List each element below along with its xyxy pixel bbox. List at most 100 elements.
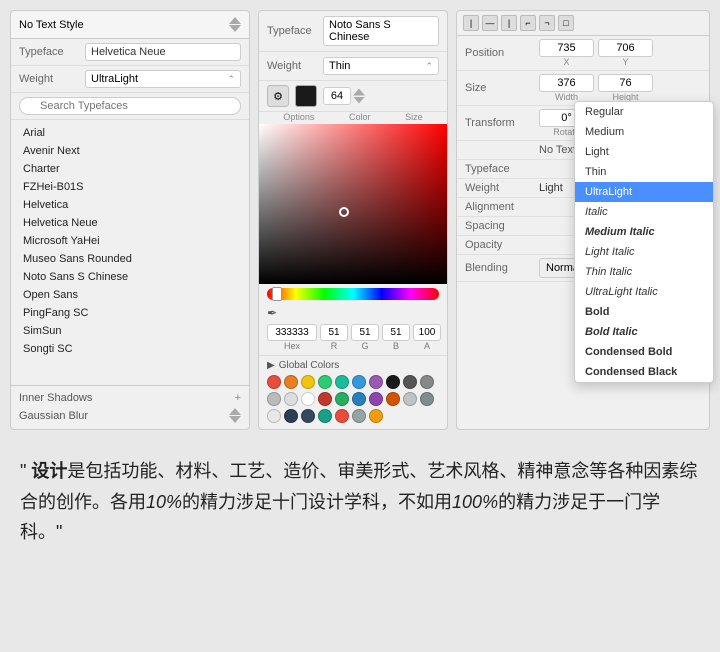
color-palette-dot[interactable] — [403, 375, 417, 389]
font-list-item[interactable]: Charter — [11, 160, 249, 178]
blur-arrow-up[interactable] — [229, 408, 241, 415]
color-palette-dot[interactable] — [335, 375, 349, 389]
b-input[interactable] — [382, 324, 410, 341]
weight-selector[interactable]: UltraLight ⌃ — [85, 70, 241, 88]
color-palette-dot[interactable] — [267, 409, 281, 423]
color-palette-dot[interactable] — [318, 409, 332, 423]
height-input[interactable] — [598, 74, 653, 92]
arrow-down-icon[interactable] — [229, 25, 241, 32]
toolbar-btn-3[interactable]: | — [501, 15, 517, 31]
toolbar-btn-1[interactable]: | — [463, 15, 479, 31]
font-list-item[interactable]: Songti SC — [11, 340, 249, 358]
color-palette-dot[interactable] — [369, 375, 383, 389]
r-input[interactable] — [320, 324, 348, 341]
color-palette-dot[interactable] — [352, 409, 366, 423]
hex-row: Hex R G B A — [259, 322, 447, 355]
size-up-icon[interactable] — [353, 89, 365, 96]
dropdown-item[interactable]: Bold Italic — [575, 322, 713, 342]
color-gradient[interactable] — [259, 124, 447, 284]
dropdown-item[interactable]: Light Italic — [575, 242, 713, 262]
weight-label: Weight — [19, 73, 79, 85]
x-input[interactable] — [539, 39, 594, 57]
color-palette-dot[interactable] — [335, 392, 349, 406]
font-list-item[interactable]: PingFang SC — [11, 304, 249, 322]
dropdown-item[interactable]: UltraLight — [575, 182, 713, 202]
color-palette-dot[interactable] — [352, 375, 366, 389]
size-input[interactable] — [323, 87, 351, 105]
color-palette-dot[interactable] — [420, 392, 434, 406]
color-palette-dot[interactable] — [369, 392, 383, 406]
blur-arrow-down[interactable] — [229, 416, 241, 423]
dropdown-item[interactable]: Light — [575, 142, 713, 162]
color-palette-dot[interactable] — [318, 375, 332, 389]
dropdown-item[interactable]: Medium — [575, 122, 713, 142]
color-palette-dot[interactable] — [352, 392, 366, 406]
font-list-item[interactable]: Museo Sans Rounded — [11, 250, 249, 268]
typeface-value[interactable]: Helvetica Neue — [85, 43, 241, 61]
size-stepper[interactable] — [353, 89, 365, 104]
style-stepper[interactable] — [229, 17, 241, 32]
dropdown-item[interactable]: Thin — [575, 162, 713, 182]
typeface-value-p2[interactable]: Noto Sans S Chinese — [323, 16, 439, 46]
color-palette-dot[interactable] — [420, 375, 434, 389]
color-palette-dot[interactable] — [284, 392, 298, 406]
color-palette-dot[interactable] — [267, 375, 281, 389]
arrow-up-icon[interactable] — [229, 17, 241, 24]
g-input[interactable] — [351, 324, 379, 341]
font-list-item[interactable]: Helvetica Neue — [11, 214, 249, 232]
dropdown-item[interactable]: Italic — [575, 202, 713, 222]
eyedropper-icon[interactable]: ✒ — [267, 306, 277, 320]
blur-stepper[interactable] — [229, 408, 241, 423]
dropdown-item[interactable]: Condensed Bold — [575, 342, 713, 362]
dropdown-item[interactable]: Bold — [575, 302, 713, 322]
add-inner-shadow-icon[interactable]: + — [235, 392, 241, 404]
font-list-item[interactable]: FZHei-B01S — [11, 178, 249, 196]
dropdown-item[interactable]: Thin Italic — [575, 262, 713, 282]
toolbar-btn-2[interactable]: — — [482, 15, 498, 31]
dropdown-item[interactable]: Regular — [575, 102, 713, 122]
color-palette-dot[interactable] — [386, 375, 400, 389]
hue-thumb[interactable] — [272, 287, 282, 301]
toolbar-btn-4[interactable]: ⌐ — [520, 15, 536, 31]
options-label: Options — [283, 112, 314, 122]
color-palette-dot[interactable] — [301, 375, 315, 389]
toolbar-btn-5[interactable]: ¬ — [539, 15, 555, 31]
toolbar-btn-6[interactable]: □ — [558, 15, 574, 31]
font-list-item[interactable]: SimSun — [11, 322, 249, 340]
size-down-icon[interactable] — [353, 97, 365, 104]
font-list-item[interactable]: Open Sans — [11, 286, 249, 304]
font-list: ArialAvenir NextCharterFZHei-B01SHelveti… — [11, 120, 249, 385]
color-palette-dot[interactable] — [284, 409, 298, 423]
a-input[interactable] — [413, 324, 441, 341]
blending-label: Blending — [465, 262, 535, 274]
width-input[interactable] — [539, 74, 594, 92]
color-swatch[interactable] — [295, 85, 317, 107]
color-palette-dot[interactable] — [386, 392, 400, 406]
font-list-item[interactable]: Arial — [11, 124, 249, 142]
color-palette-dot[interactable] — [301, 409, 315, 423]
font-list-item[interactable]: Noto Sans S Chinese — [11, 268, 249, 286]
color-palette-dot[interactable] — [267, 392, 281, 406]
color-palette-dot[interactable] — [301, 392, 315, 406]
global-colors-header[interactable]: ▶ Global Colors — [267, 360, 439, 371]
color-palette-dot[interactable] — [403, 392, 417, 406]
hue-slider[interactable] — [267, 288, 439, 300]
color-palette-dot[interactable] — [318, 392, 332, 406]
font-list-item[interactable]: Avenir Next — [11, 142, 249, 160]
color-palette-dot[interactable] — [284, 375, 298, 389]
dropdown-item[interactable]: Condensed Black — [575, 362, 713, 382]
color-palette-dot[interactable] — [335, 409, 349, 423]
font-list-item[interactable]: Helvetica — [11, 196, 249, 214]
inner-shadows-row[interactable]: Inner Shadows + — [19, 390, 241, 406]
y-input[interactable] — [598, 39, 653, 57]
dropdown-item[interactable]: Medium Italic — [575, 222, 713, 242]
font-list-item[interactable]: Microsoft YaHei — [11, 232, 249, 250]
search-input[interactable] — [19, 97, 241, 115]
weight-selector-p2[interactable]: Thin ⌃ — [323, 57, 439, 75]
dropdown-item[interactable]: UltraLight Italic — [575, 282, 713, 302]
color-tools: ⚙ — [259, 81, 447, 112]
gaussian-blur-row[interactable]: Gaussian Blur — [19, 406, 241, 425]
hex-input[interactable] — [267, 324, 317, 341]
color-palette-dot[interactable] — [369, 409, 383, 423]
options-button[interactable]: ⚙ — [267, 85, 289, 107]
